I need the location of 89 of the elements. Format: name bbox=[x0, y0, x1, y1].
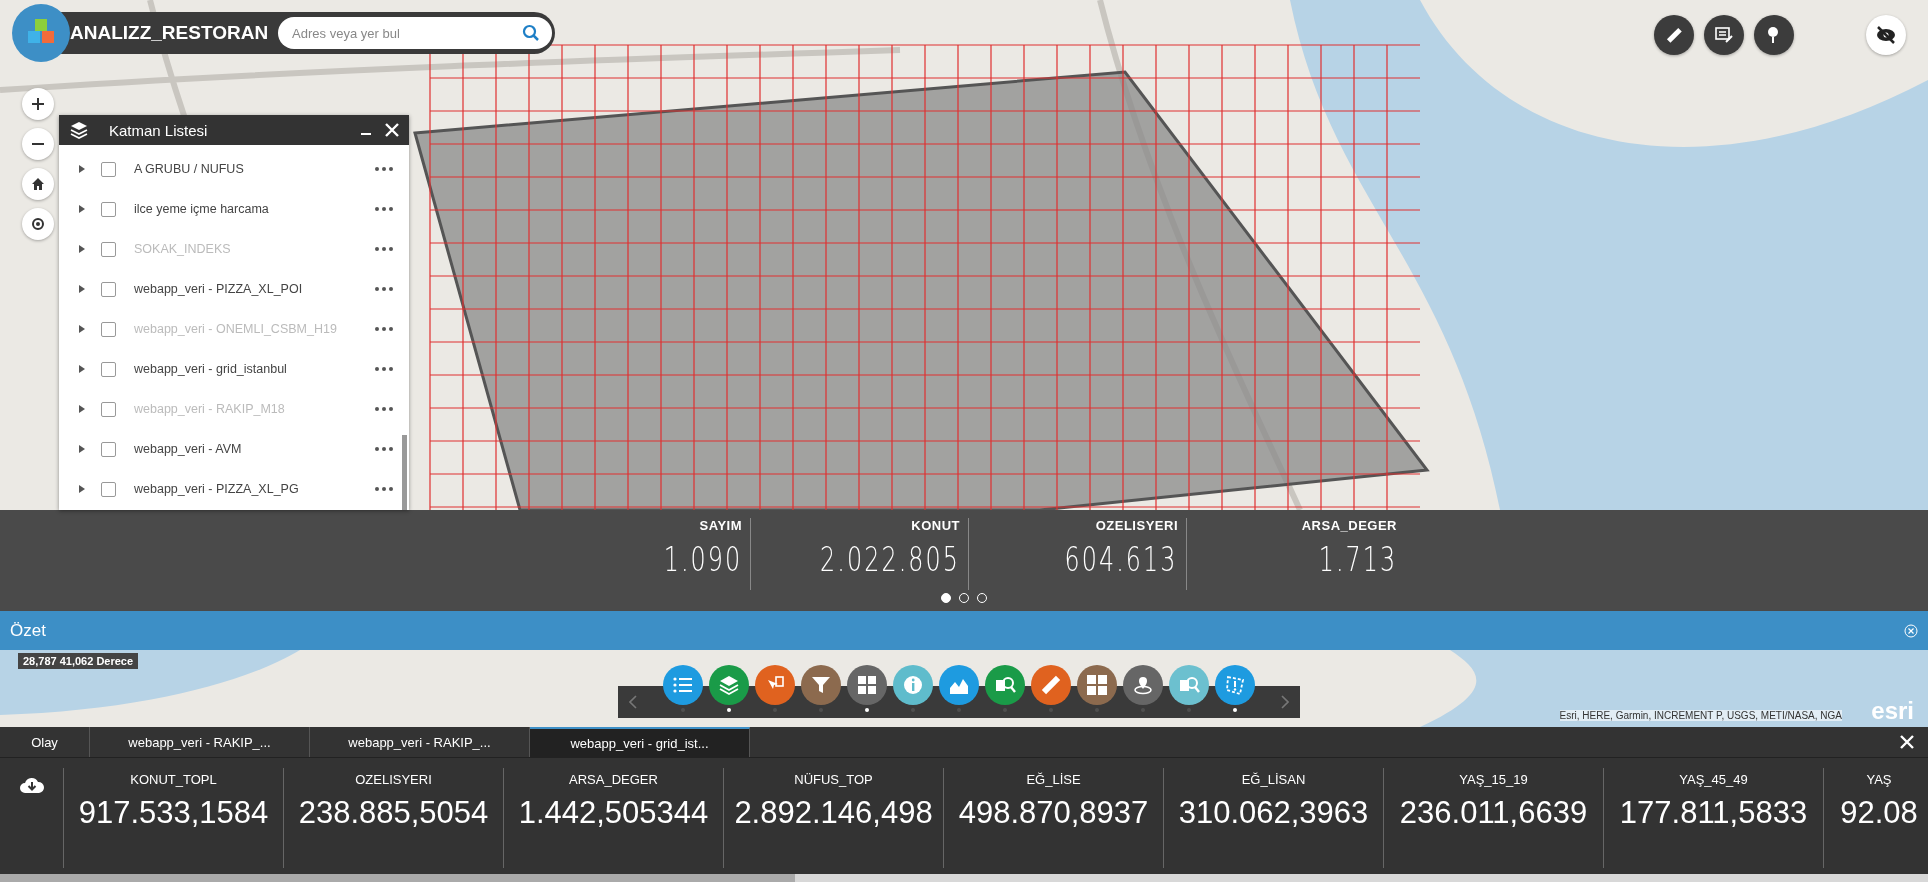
layer-name: webapp_veri - PIZZA_XL_PG bbox=[134, 482, 300, 496]
table-cell: 498.870,8937 bbox=[958, 795, 1149, 831]
expand-caret-icon[interactable] bbox=[79, 365, 85, 373]
stat-value: 604.613 bbox=[1064, 539, 1178, 579]
table-cell: 2.892.146,498 bbox=[734, 795, 933, 831]
expand-caret-icon[interactable] bbox=[79, 405, 85, 413]
home-icon bbox=[31, 177, 45, 191]
column-header: NÜFUS_TOP bbox=[794, 772, 873, 787]
table-tab[interactable]: webapp_veri - grid_ist... bbox=[530, 727, 750, 757]
layer-name: webapp_veri - grid_istanbul bbox=[134, 362, 288, 376]
layer-name: webapp_veri - PIZZA_XL_POI bbox=[134, 282, 304, 296]
coordinates-label: 28,787 41,062 Derece bbox=[18, 653, 139, 669]
more-options-icon[interactable] bbox=[375, 407, 393, 411]
close-icon[interactable] bbox=[1904, 623, 1918, 638]
page-dot[interactable] bbox=[941, 593, 951, 603]
more-options-icon[interactable] bbox=[375, 487, 393, 491]
table-cell: 236.011,6639 bbox=[1399, 795, 1588, 831]
column-header: OZELISYERI bbox=[355, 772, 432, 787]
table-cell: 1.442,505344 bbox=[518, 795, 709, 831]
layer-name: ilce yeme içme harcama bbox=[134, 202, 270, 216]
cloud-download-icon[interactable] bbox=[18, 776, 45, 794]
expand-caret-icon[interactable] bbox=[79, 445, 85, 453]
more-options-icon[interactable] bbox=[375, 367, 393, 371]
layer-name: webapp_veri - RAKIP_M18 bbox=[134, 402, 286, 416]
expand-caret-icon[interactable] bbox=[79, 205, 85, 213]
more-options-icon[interactable] bbox=[375, 327, 393, 331]
stat-value: 2.022.805 bbox=[819, 539, 960, 579]
column-header: YAŞ bbox=[1866, 772, 1892, 787]
search-icon[interactable] bbox=[522, 24, 541, 42]
logo-text: esri bbox=[1871, 697, 1914, 725]
stat-label: ARSA_DEGER bbox=[1301, 518, 1397, 533]
warning-icon bbox=[1224, 673, 1246, 696]
expand-caret-icon[interactable] bbox=[79, 285, 85, 293]
chevron-right-icon bbox=[1281, 695, 1289, 709]
layer-name: A GRUBU / NUFUS bbox=[134, 162, 245, 176]
column-header: EĞ_LİSAN bbox=[1241, 772, 1306, 787]
attribution-text: Esri, HERE, Garmin, INCREMENT P, USGS, METI/NASA, NGA bbox=[1559, 710, 1842, 721]
layer-name: SOKAK_INDEKS bbox=[134, 242, 232, 256]
layer-checkbox[interactable] bbox=[101, 441, 116, 457]
summary-title: Özet bbox=[10, 620, 46, 641]
stat-label: SAYIM bbox=[699, 518, 742, 533]
layer-checkbox[interactable] bbox=[101, 281, 116, 297]
table-cell: 177.811,5833 bbox=[1619, 795, 1808, 831]
grid-icon bbox=[1086, 673, 1108, 696]
column-header: ARSA_DEGER bbox=[569, 772, 658, 787]
table-cell: 310.062,3963 bbox=[1178, 795, 1369, 831]
edit-list-icon bbox=[1714, 25, 1734, 45]
layer-checkbox[interactable] bbox=[101, 361, 116, 377]
expand-caret-icon[interactable] bbox=[79, 485, 85, 493]
more-options-icon[interactable] bbox=[375, 447, 393, 451]
column-header: YAŞ_45_49 bbox=[1679, 772, 1748, 787]
plus-icon bbox=[31, 97, 45, 111]
expand-caret-icon[interactable] bbox=[79, 165, 85, 173]
stat-value: 1.090 bbox=[663, 539, 742, 579]
layer-checkbox[interactable] bbox=[101, 161, 116, 177]
layer-checkbox[interactable] bbox=[101, 201, 116, 217]
panel-title: Katman Listesi bbox=[109, 121, 209, 139]
more-options-icon[interactable] bbox=[375, 287, 393, 291]
table-cell: 92.08 bbox=[1840, 795, 1918, 831]
column-header: EĞ_LİSE bbox=[1026, 772, 1081, 787]
column-header: YAŞ_15_19 bbox=[1459, 772, 1528, 787]
table-cell: 238.885,5054 bbox=[298, 795, 489, 831]
layer-name: webapp_veri - AVM bbox=[134, 442, 243, 456]
close-icon bbox=[1900, 735, 1914, 749]
stat-label: OZELISYERI bbox=[1095, 518, 1178, 533]
close-icon bbox=[385, 123, 399, 137]
scrollbar[interactable] bbox=[402, 435, 407, 510]
layer-checkbox[interactable] bbox=[101, 481, 116, 497]
target-icon bbox=[30, 216, 46, 232]
search-field[interactable]: Adres veya yer bul bbox=[278, 17, 553, 49]
more-options-icon[interactable] bbox=[375, 167, 393, 171]
close-button[interactable] bbox=[383, 121, 401, 139]
chevron-left-icon bbox=[629, 695, 637, 709]
scrollbar[interactable] bbox=[0, 874, 795, 882]
layer-name: webapp_veri - ONEMLI_CSBM_H19 bbox=[134, 322, 338, 336]
more-options-icon[interactable] bbox=[375, 247, 393, 251]
layers-icon bbox=[718, 673, 740, 696]
expand-caret-icon[interactable] bbox=[79, 325, 85, 333]
stat-label: KONUT bbox=[911, 518, 960, 533]
more-options-icon[interactable] bbox=[375, 207, 393, 211]
expand-caret-icon[interactable] bbox=[79, 245, 85, 253]
app-title: ANALIZZ_RESTORAN bbox=[70, 22, 269, 44]
stat-value: 1.713 bbox=[1318, 539, 1397, 579]
info-icon bbox=[902, 673, 924, 696]
layers-icon bbox=[69, 120, 89, 140]
minimize-icon bbox=[361, 133, 371, 135]
table-cell: 917.533,1584 bbox=[78, 795, 269, 831]
column-header: KONUT_TOPL bbox=[130, 772, 217, 787]
eye-slash-icon bbox=[1875, 24, 1897, 46]
